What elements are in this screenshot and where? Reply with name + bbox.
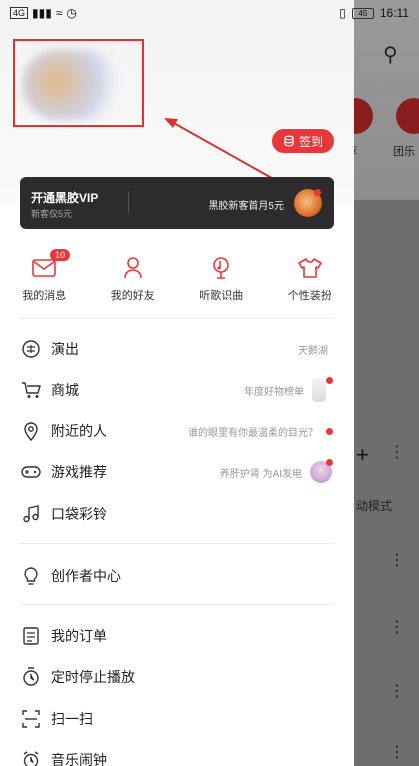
menu-label: 商城 (51, 382, 79, 398)
music-note-icon (21, 504, 41, 524)
status-bar: 4G ▮▮▮ ≈ ◷ ▯ 45 16:11 (0, 0, 419, 26)
music-recognize-icon (211, 255, 231, 281)
menu-label: 创作者中心 (51, 568, 121, 584)
signal-icon: ▮▮▮ (32, 6, 52, 20)
menu-hint: 养肝护肾 为AI发电 (219, 468, 302, 480)
alarm-icon: ◷ (66, 6, 77, 20)
drawer-header: 签到 (0, 0, 354, 205)
menu-label: 游戏推荐 (51, 464, 107, 480)
clock: 16:11 (379, 6, 409, 20)
vibrate-icon: ▯ (339, 6, 346, 20)
menu-label: 演出 (51, 341, 79, 357)
menu-label: 音乐闹钟 (51, 752, 107, 766)
document-icon (21, 626, 41, 646)
menu-label: 扫一扫 (51, 711, 93, 727)
network-icon: 4G (10, 7, 29, 19)
menu-item-show[interactable]: 演出 天鹅湖 (0, 329, 354, 369)
checkin-label: 签到 (298, 134, 323, 149)
notification-dot (326, 428, 333, 435)
menu-item-orders[interactable]: 我的订单 (0, 616, 354, 656)
more-icon[interactable]: ⋮ (389, 745, 405, 761)
divider (20, 318, 334, 319)
quick-messages[interactable]: 10 我的消息 (0, 249, 89, 305)
ticket-icon (21, 339, 41, 359)
quick-label: 个性装扮 (287, 290, 332, 302)
menu-item-creator[interactable]: 创作者中心 (0, 556, 354, 596)
lightbulb-icon (21, 566, 41, 586)
quick-label: 听歌识曲 (199, 290, 244, 302)
menu-item-alarm[interactable]: 音乐闹钟 (0, 740, 354, 766)
more-icon[interactable]: ⋮ (389, 553, 405, 569)
gamepad-icon (21, 462, 41, 482)
vip-card[interactable]: 开通黑胶VIP 新客仅5元 黑胶新客首月5元 (20, 177, 334, 229)
coin-stack-icon (284, 135, 294, 147)
divider (20, 604, 334, 605)
wifi-icon: ≈ (55, 6, 63, 20)
menu-item-scan[interactable]: 扫一扫 (0, 699, 354, 739)
add-icon[interactable]: + (356, 442, 369, 468)
location-pin-icon (21, 421, 41, 441)
menu-label: 定时停止播放 (51, 669, 135, 685)
quick-song-recognition[interactable]: 听歌识曲 (177, 255, 266, 305)
menu-item-store[interactable]: 商城 年度好物榜单 (0, 370, 354, 410)
menu-item-nearby[interactable]: 附近的人 谁的眼里有你最温柔的目光？ (0, 411, 354, 451)
more-icon[interactable]: ⋮ (389, 684, 405, 700)
notification-dot (326, 377, 333, 384)
more-icon[interactable]: ⋮ (389, 445, 405, 461)
battery-icon: 45 (351, 7, 374, 19)
annotation-arrow (164, 118, 294, 191)
side-drawer: 签到 开通黑胶VIP 新客仅5元 黑胶新客首月5元 10 我的消息 我的好友 听… (0, 0, 354, 766)
earbuds-thumbnail (312, 378, 326, 402)
menu-label: 口袋彩铃 (51, 506, 107, 522)
vip-subtitle: 新客仅5元 (31, 209, 73, 219)
quick-dress-up[interactable]: 个性装扮 (266, 255, 355, 305)
person-icon (123, 255, 143, 281)
quick-label: 我的好友 (110, 290, 155, 302)
quick-friends[interactable]: 我的好友 (89, 255, 178, 305)
quick-label: 我的消息 (22, 290, 67, 302)
vip-divider (128, 191, 129, 213)
menu-hint: 年度好物榜单 (244, 386, 304, 398)
menu-label: 附近的人 (51, 423, 107, 439)
cart-icon (21, 380, 41, 400)
background-mode-text: 动模式 (356, 499, 393, 513)
vip-title: 开通黑胶VIP (31, 191, 99, 205)
alarm-clock-icon (21, 750, 41, 766)
search-icon[interactable]: ⚲ (383, 42, 398, 67)
menu-item-games[interactable]: 游戏推荐 养肝护肾 为AI发电 (0, 452, 354, 492)
divider (20, 543, 334, 544)
checkin-button[interactable]: 签到 (272, 129, 334, 153)
more-icon[interactable]: ⋮ (389, 620, 405, 636)
message-count-badge: 10 (50, 249, 71, 261)
timer-icon (21, 667, 41, 687)
notification-dot (314, 189, 321, 196)
tshirt-icon (297, 255, 322, 281)
notification-dot (326, 459, 333, 466)
menu-label: 我的订单 (51, 628, 107, 644)
menu-hint: 谁的眼里有你最温柔的目光？ (188, 427, 318, 439)
scan-icon (21, 709, 41, 729)
background-label-group: 团乐 (393, 146, 415, 158)
menu-item-timer[interactable]: 定时停止播放 (0, 657, 354, 697)
menu-item-ringtone[interactable]: 口袋彩铃 (0, 494, 354, 534)
quick-actions: 10 我的消息 我的好友 听歌识曲 个性装扮 (0, 249, 355, 305)
menu-hint: 天鹅湖 (298, 345, 328, 357)
vip-promo: 黑胶新客首月5元 (208, 201, 284, 212)
